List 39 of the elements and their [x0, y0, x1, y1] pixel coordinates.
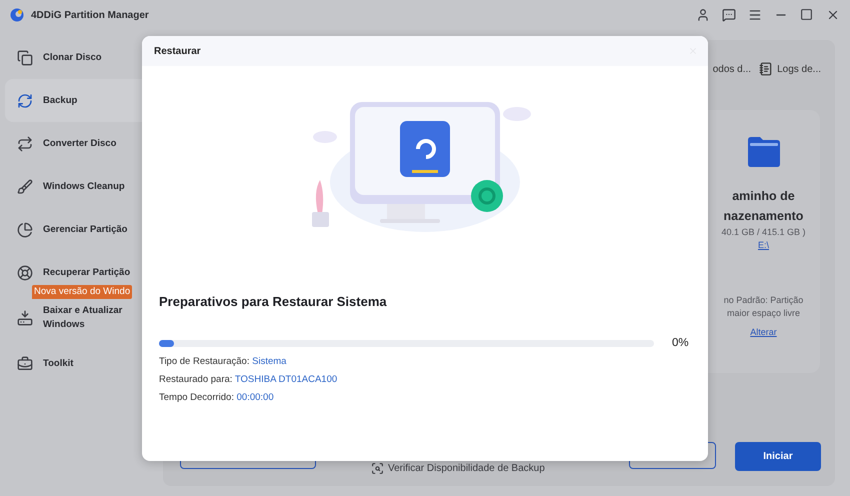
maximize-icon[interactable]	[800, 8, 814, 22]
log-icon	[759, 62, 774, 76]
note-text: no Padrão: Partição	[724, 294, 804, 307]
refresh-icon	[17, 92, 33, 108]
sidebar-item[interactable]: Windows Cleanup	[5, 165, 163, 208]
capacity-text: 40.1 GB / 415.1 GB )	[721, 226, 806, 239]
toolbar-link[interactable]: odos d...	[712, 64, 752, 74]
lifebuoy-icon	[17, 264, 33, 280]
detail-text: Tempo Decorrido: 00:00:00	[159, 392, 275, 403]
detail-text: Restaurado para: TOSHIBA DT01ACA100	[159, 374, 338, 385]
path-link[interactable]: E:\	[758, 240, 769, 250]
drive-download-icon	[17, 310, 33, 326]
app-title: 4DDiG Partition Manager	[31, 10, 149, 20]
sidebar-item[interactable]: Converter Disco	[5, 122, 163, 165]
detail-text: Tipo de Restauração: Sistema	[159, 356, 288, 367]
sidebar-item[interactable]: Gerenciar Partição	[5, 208, 163, 251]
menu-icon[interactable]	[748, 8, 762, 22]
chat-icon[interactable]	[722, 8, 736, 22]
card-title: nazenamento	[724, 208, 804, 225]
pie-chart-icon	[17, 222, 33, 238]
close-icon[interactable]	[826, 8, 840, 22]
dialog-title: Restaurar	[154, 46, 201, 56]
scan-icon	[371, 462, 384, 475]
card-title: aminho de	[732, 188, 795, 205]
start-button[interactable]: Iniciar	[735, 442, 821, 471]
new-version-badge: Nova versão do Windo	[32, 285, 132, 299]
verify-link[interactable]: Verificar Disponibilidade de Backup	[371, 462, 545, 475]
folder-icon	[746, 136, 782, 168]
repeat-icon	[17, 136, 33, 152]
toolbar-link[interactable]: Logs de...	[759, 62, 821, 76]
progress-percent: 0%	[672, 337, 689, 349]
briefcase-icon	[17, 356, 33, 372]
note-text: maior espaço livre	[726, 307, 800, 320]
logo-icon	[10, 8, 24, 22]
copy-icon	[17, 50, 33, 66]
dialog-heading: Preparativos para Restaurar Sistema	[159, 294, 388, 309]
user-icon[interactable]	[696, 8, 710, 22]
change-link[interactable]: Alterar	[750, 326, 777, 336]
brush-icon	[17, 178, 33, 194]
